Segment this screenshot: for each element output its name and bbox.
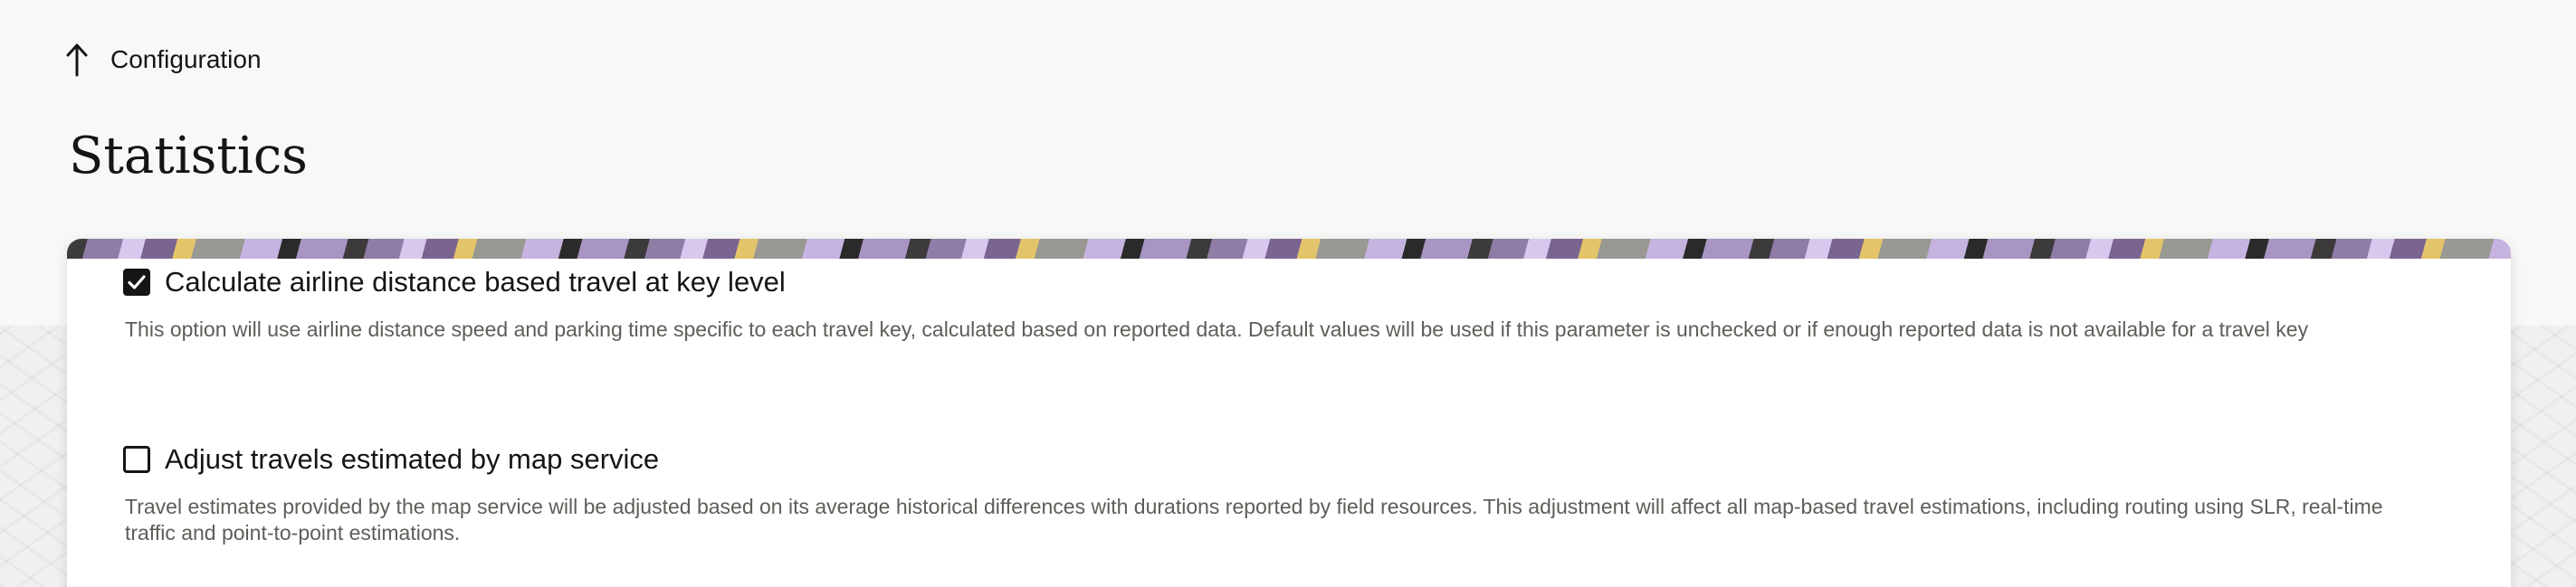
adjust-travels-checkbox[interactable]	[123, 446, 150, 473]
airline-distance-description: This option will use airline distance sp…	[125, 317, 2309, 341]
page-title: Statistics	[69, 127, 308, 185]
adjust-travels-label: Adjust travels estimated by map service	[165, 443, 660, 475]
option-adjust-travels: Adjust travels estimated by map service …	[123, 441, 2397, 546]
adjust-travels-checkbox-row[interactable]: Adjust travels estimated by map service	[123, 441, 2397, 478]
arrow-up-icon	[63, 42, 91, 78]
airline-distance-checkbox[interactable]	[123, 269, 150, 296]
up-link-label: Configuration	[110, 45, 262, 73]
airline-distance-checkbox-row[interactable]: Calculate airline distance based travel …	[123, 264, 2397, 300]
adjust-travels-description: Travel estimates provided by the map ser…	[125, 495, 2383, 544]
card-banner	[67, 239, 2511, 259]
up-to-configuration-link[interactable]: Configuration	[63, 40, 262, 80]
statistics-page: Configuration Statistics Calculate airli…	[0, 0, 2576, 587]
option-airline-distance: Calculate airline distance based travel …	[123, 264, 2397, 343]
airline-distance-label: Calculate airline distance based travel …	[165, 266, 786, 298]
checkmark-icon	[128, 275, 146, 289]
